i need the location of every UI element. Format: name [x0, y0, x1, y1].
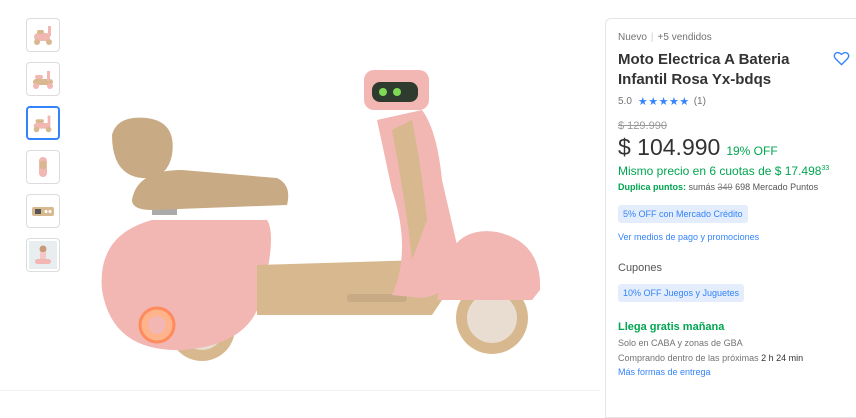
scooter-front-icon: [33, 71, 53, 89]
credit-offer-badge[interactable]: 5% OFF con Mercado Crédito: [618, 205, 748, 223]
more-shipping-options-link[interactable]: Más formas de entrega: [618, 367, 711, 377]
condition: Nuevo: [618, 32, 647, 43]
price-row: $ 104.990 19% OFF: [618, 134, 778, 161]
separator: |: [650, 32, 654, 43]
scooter-top-icon: [39, 157, 47, 177]
rating-value: 5.0: [618, 96, 632, 107]
star-rating-icon: ★★★★★: [637, 96, 690, 108]
product-subtitle: Nuevo | +5 vendidos: [618, 32, 712, 43]
thumbnail-6[interactable]: [26, 238, 60, 272]
current-price: $ 104.990: [618, 134, 721, 160]
product-title: Moto Electrica A Bateria Infantil Rosa Y…: [618, 51, 790, 88]
points-new: 698 Mercado Puntos: [735, 182, 819, 192]
thumbnail-3[interactable]: [26, 106, 60, 140]
scooter-side-icon: [33, 115, 52, 133]
shipping-area: Solo en CABA y zonas de GBA: [618, 338, 743, 348]
scooter-child-icon: [29, 241, 57, 269]
main-product-image[interactable]: [92, 60, 552, 370]
thumbnail-2[interactable]: [26, 62, 60, 96]
shipping-countdown: Comprando dentro de las próximas 2 h 24 …: [618, 353, 803, 363]
installments-label: Mismo precio en 6 cuotas de $ 17.498: [618, 164, 822, 178]
points-info: Duplica puntos: sumás 349 698 Mercado Pu…: [618, 182, 818, 192]
discount-badge: 19% OFF: [726, 144, 778, 158]
favorite-button[interactable]: [833, 51, 850, 71]
divider: [0, 390, 600, 391]
shipping-time-prefix: Comprando dentro de las próximas: [618, 353, 759, 363]
shipping-title: Llega gratis mañana: [618, 321, 725, 333]
thumbnail-5[interactable]: [26, 194, 60, 228]
scooter-remote-icon: [32, 207, 54, 216]
pink-scooter-image: [101, 70, 541, 361]
scooter-angle-icon: [34, 26, 52, 45]
points-old: 349: [717, 182, 733, 192]
thumbnail-1[interactable]: [26, 18, 60, 52]
product-info-panel: Nuevo | +5 vendidos Moto Electrica A Bater…: [605, 18, 856, 418]
coupon-badge[interactable]: 10% OFF Juegos y Juguetes: [618, 284, 745, 302]
payment-methods-link[interactable]: Ver medios de pago y promociones: [618, 232, 759, 242]
old-price: $ 129.990: [618, 120, 667, 132]
thumbnail-4[interactable]: [26, 150, 60, 184]
shipping-time: 2 h 24 min: [761, 353, 804, 363]
review-count: (1): [693, 96, 706, 107]
thumbnail-list: [26, 18, 62, 282]
heart-icon: [833, 51, 850, 66]
points-label: Duplica puntos:: [618, 182, 686, 192]
sold-count: +5 vendidos: [657, 32, 712, 43]
rating-row[interactable]: 5.0 ★★★★★ (1): [618, 95, 706, 108]
points-prefix: sumás: [688, 182, 716, 192]
coupons-heading: Cupones: [618, 262, 663, 274]
installments-cents: 33: [821, 165, 830, 172]
installments-text: Mismo precio en 6 cuotas de $ 17.49833: [618, 164, 829, 178]
